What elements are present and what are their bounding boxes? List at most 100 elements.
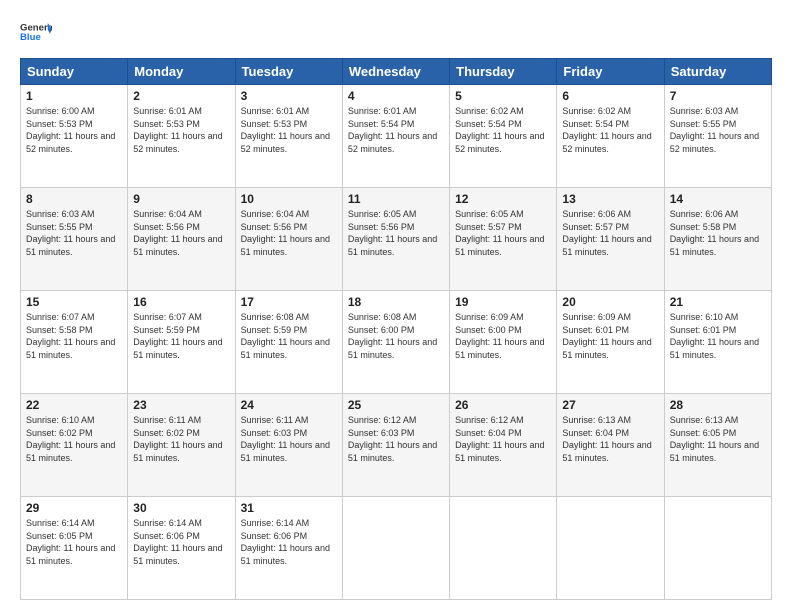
day-number: 17: [241, 295, 337, 309]
day-info: Sunrise: 6:14 AMSunset: 6:05 PMDaylight:…: [26, 518, 115, 566]
day-info: Sunrise: 6:10 AMSunset: 6:02 PMDaylight:…: [26, 415, 115, 463]
day-number: 18: [348, 295, 444, 309]
calendar-cell: 31 Sunrise: 6:14 AMSunset: 6:06 PMDayligh…: [235, 497, 342, 600]
day-number: 14: [670, 192, 766, 206]
day-info: Sunrise: 6:01 AMSunset: 5:53 PMDaylight:…: [133, 106, 222, 154]
calendar-cell: 22 Sunrise: 6:10 AMSunset: 6:02 PMDayligh…: [21, 394, 128, 497]
calendar-cell: 18 Sunrise: 6:08 AMSunset: 6:00 PMDayligh…: [342, 291, 449, 394]
day-info: Sunrise: 6:09 AMSunset: 6:00 PMDaylight:…: [455, 312, 544, 360]
calendar-cell: 27 Sunrise: 6:13 AMSunset: 6:04 PMDayligh…: [557, 394, 664, 497]
day-info: Sunrise: 6:01 AMSunset: 5:54 PMDaylight:…: [348, 106, 437, 154]
calendar-cell: [557, 497, 664, 600]
day-header-wednesday: Wednesday: [342, 59, 449, 85]
day-header-friday: Friday: [557, 59, 664, 85]
day-info: Sunrise: 6:10 AMSunset: 6:01 PMDaylight:…: [670, 312, 759, 360]
day-info: Sunrise: 6:12 AMSunset: 6:04 PMDaylight:…: [455, 415, 544, 463]
day-number: 11: [348, 192, 444, 206]
svg-text:Blue: Blue: [20, 32, 41, 43]
calendar-cell: 21 Sunrise: 6:10 AMSunset: 6:01 PMDayligh…: [664, 291, 771, 394]
calendar-cell: 4 Sunrise: 6:01 AMSunset: 5:54 PMDaylight…: [342, 85, 449, 188]
calendar-cell: 15Sunrise: 6:07 AMSunset: 5:58 PMDayligh…: [21, 291, 128, 394]
calendar-cell: 2 Sunrise: 6:01 AMSunset: 5:53 PMDaylight…: [128, 85, 235, 188]
calendar-cell: 28 Sunrise: 6:13 AMSunset: 6:05 PMDayligh…: [664, 394, 771, 497]
day-info: Sunrise: 6:08 AMSunset: 5:59 PMDaylight:…: [241, 312, 330, 360]
day-number: 1: [26, 89, 122, 103]
day-number: 16: [133, 295, 229, 309]
day-info: Sunrise: 6:02 AMSunset: 5:54 PMDaylight:…: [455, 106, 544, 154]
day-number: 28: [670, 398, 766, 412]
calendar-cell: 13 Sunrise: 6:06 AMSunset: 5:57 PMDayligh…: [557, 188, 664, 291]
day-number: 10: [241, 192, 337, 206]
day-info: Sunrise: 6:01 AMSunset: 5:53 PMDaylight:…: [241, 106, 330, 154]
calendar-cell: 6Sunrise: 6:02 AMSunset: 5:54 PMDaylight…: [557, 85, 664, 188]
day-info: Sunrise: 6:05 AMSunset: 5:56 PMDaylight:…: [348, 209, 437, 257]
calendar-cell: 5 Sunrise: 6:02 AMSunset: 5:54 PMDaylight…: [450, 85, 557, 188]
day-header-sunday: Sunday: [21, 59, 128, 85]
page-header: General Blue: [20, 16, 772, 48]
calendar-cell: 25 Sunrise: 6:12 AMSunset: 6:03 PMDayligh…: [342, 394, 449, 497]
day-info: Sunrise: 6:03 AMSunset: 5:55 PMDaylight:…: [26, 209, 115, 257]
day-info: Sunrise: 6:14 AMSunset: 6:06 PMDaylight:…: [241, 518, 330, 566]
day-info: Sunrise: 6:04 AMSunset: 5:56 PMDaylight:…: [241, 209, 330, 257]
day-number: 22: [26, 398, 122, 412]
calendar-cell: 8 Sunrise: 6:03 AMSunset: 5:55 PMDaylight…: [21, 188, 128, 291]
day-number: 5: [455, 89, 551, 103]
calendar-cell: 3 Sunrise: 6:01 AMSunset: 5:53 PMDaylight…: [235, 85, 342, 188]
calendar-cell: 17 Sunrise: 6:08 AMSunset: 5:59 PMDayligh…: [235, 291, 342, 394]
day-number: 15: [26, 295, 122, 309]
day-number: 26: [455, 398, 551, 412]
calendar-cell: 29 Sunrise: 6:14 AMSunset: 6:05 PMDayligh…: [21, 497, 128, 600]
day-number: 31: [241, 501, 337, 515]
day-info: Sunrise: 6:06 AMSunset: 5:57 PMDaylight:…: [562, 209, 651, 257]
day-header-saturday: Saturday: [664, 59, 771, 85]
day-number: 29: [26, 501, 122, 515]
day-number: 25: [348, 398, 444, 412]
calendar-cell: 7 Sunrise: 6:03 AMSunset: 5:55 PMDaylight…: [664, 85, 771, 188]
calendar-cell: 9 Sunrise: 6:04 AMSunset: 5:56 PMDaylight…: [128, 188, 235, 291]
day-number: 21: [670, 295, 766, 309]
day-info: Sunrise: 6:09 AMSunset: 6:01 PMDaylight:…: [562, 312, 651, 360]
logo: General Blue: [20, 16, 52, 48]
day-number: 6: [562, 89, 658, 103]
day-number: 20: [562, 295, 658, 309]
day-number: 8: [26, 192, 122, 206]
day-info: Sunrise: 6:11 AMSunset: 6:03 PMDaylight:…: [241, 415, 330, 463]
day-number: 7: [670, 89, 766, 103]
day-info: Sunrise: 6:13 AMSunset: 6:05 PMDaylight:…: [670, 415, 759, 463]
day-number: 24: [241, 398, 337, 412]
day-number: 30: [133, 501, 229, 515]
calendar-cell: 11 Sunrise: 6:05 AMSunset: 5:56 PMDayligh…: [342, 188, 449, 291]
day-header-monday: Monday: [128, 59, 235, 85]
day-header-tuesday: Tuesday: [235, 59, 342, 85]
day-info: Sunrise: 6:12 AMSunset: 6:03 PMDaylight:…: [348, 415, 437, 463]
day-number: 19: [455, 295, 551, 309]
calendar-cell: 30Sunrise: 6:14 AMSunset: 6:06 PMDayligh…: [128, 497, 235, 600]
day-number: 4: [348, 89, 444, 103]
day-info: Sunrise: 6:11 AMSunset: 6:02 PMDaylight:…: [133, 415, 222, 463]
day-number: 12: [455, 192, 551, 206]
day-info: Sunrise: 6:04 AMSunset: 5:56 PMDaylight:…: [133, 209, 222, 257]
calendar-table: SundayMondayTuesdayWednesdayThursdayFrid…: [20, 58, 772, 600]
calendar-cell: 23 Sunrise: 6:11 AMSunset: 6:02 PMDayligh…: [128, 394, 235, 497]
calendar-cell: [664, 497, 771, 600]
day-info: Sunrise: 6:00 AMSunset: 5:53 PMDaylight:…: [26, 106, 115, 154]
day-number: 3: [241, 89, 337, 103]
calendar-cell: 20 Sunrise: 6:09 AMSunset: 6:01 PMDayligh…: [557, 291, 664, 394]
calendar-cell: 14 Sunrise: 6:06 AMSunset: 5:58 PMDayligh…: [664, 188, 771, 291]
day-number: 9: [133, 192, 229, 206]
calendar-cell: 26 Sunrise: 6:12 AMSunset: 6:04 PMDayligh…: [450, 394, 557, 497]
day-number: 27: [562, 398, 658, 412]
day-info: Sunrise: 6:07 AMSunset: 5:59 PMDaylight:…: [133, 312, 222, 360]
day-number: 23: [133, 398, 229, 412]
calendar-cell: [450, 497, 557, 600]
day-info: Sunrise: 6:08 AMSunset: 6:00 PMDaylight:…: [348, 312, 437, 360]
day-number: 13: [562, 192, 658, 206]
day-info: Sunrise: 6:03 AMSunset: 5:55 PMDaylight:…: [670, 106, 759, 154]
calendar-cell: 10 Sunrise: 6:04 AMSunset: 5:56 PMDayligh…: [235, 188, 342, 291]
day-info: Sunrise: 6:06 AMSunset: 5:58 PMDaylight:…: [670, 209, 759, 257]
calendar-cell: 24 Sunrise: 6:11 AMSunset: 6:03 PMDayligh…: [235, 394, 342, 497]
day-number: 2: [133, 89, 229, 103]
day-info: Sunrise: 6:13 AMSunset: 6:04 PMDaylight:…: [562, 415, 651, 463]
calendar-cell: 19 Sunrise: 6:09 AMSunset: 6:00 PMDayligh…: [450, 291, 557, 394]
calendar-cell: 1 Sunrise: 6:00 AMSunset: 5:53 PMDaylight…: [21, 85, 128, 188]
